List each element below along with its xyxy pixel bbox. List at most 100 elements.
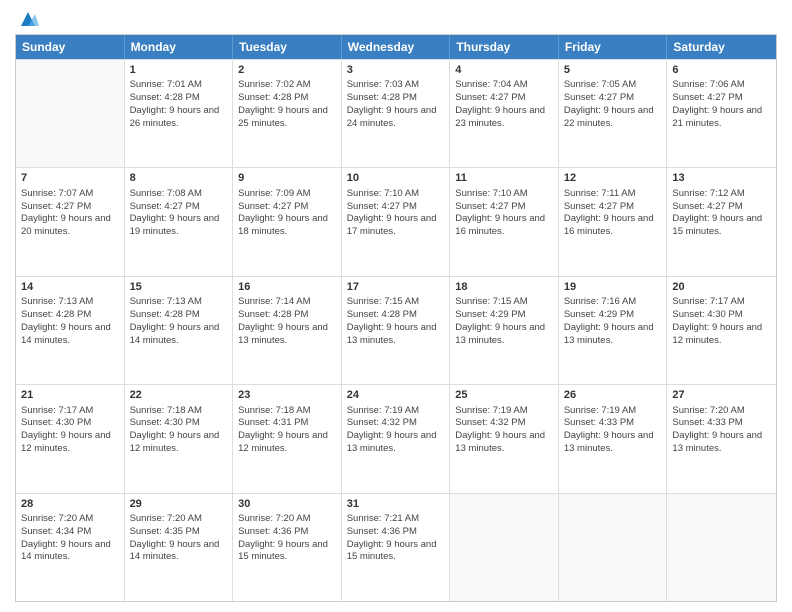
- day-info: Sunrise: 7:19 AM Sunset: 4:32 PM Dayligh…: [347, 405, 445, 456]
- day-info: Sunrise: 7:21 AM Sunset: 4:36 PM Dayligh…: [347, 513, 445, 564]
- day-number: 22: [130, 388, 228, 403]
- day-number: 29: [130, 497, 228, 512]
- calendar-row-0: 1Sunrise: 7:01 AM Sunset: 4:28 PM Daylig…: [16, 59, 776, 167]
- day-number: 3: [347, 63, 445, 78]
- logo: [15, 10, 39, 26]
- day-info: Sunrise: 7:06 AM Sunset: 4:27 PM Dayligh…: [672, 79, 771, 130]
- day-info: Sunrise: 7:08 AM Sunset: 4:27 PM Dayligh…: [130, 188, 228, 239]
- calendar-cell: 25 Sunrise: 7:19 AM Sunset: 4:32 PM Dayli…: [450, 385, 559, 492]
- day-info: Sunrise: 7:13 AM Sunset: 4:28 PM Dayligh…: [130, 296, 228, 347]
- day-info: Sunrise: 7:20 AM Sunset: 4:34 PM Dayligh…: [21, 513, 119, 564]
- day-number: 28: [21, 497, 119, 512]
- calendar-cell: 1Sunrise: 7:01 AM Sunset: 4:28 PM Daylig…: [125, 60, 234, 167]
- calendar-cell: 21Sunrise: 7:17 AM Sunset: 4:30 PM Dayli…: [16, 385, 125, 492]
- header-day-tuesday: Tuesday: [233, 35, 342, 59]
- day-number: 23: [238, 388, 336, 403]
- calendar-cell: [450, 494, 559, 601]
- day-number: 20: [672, 280, 771, 295]
- calendar-cell: 9 Sunrise: 7:09 AM Sunset: 4:27 PM Daylig…: [233, 168, 342, 275]
- logo-icon: [17, 8, 39, 30]
- calendar-cell: 28Sunrise: 7:20 AM Sunset: 4:34 PM Dayli…: [16, 494, 125, 601]
- calendar-cell: 27 Sunrise: 7:20 AM Sunset: 4:33 PM Dayli…: [667, 385, 776, 492]
- day-info: Sunrise: 7:19 AM Sunset: 4:32 PM Dayligh…: [455, 405, 553, 456]
- calendar-header: SundayMondayTuesdayWednesdayThursdayFrid…: [16, 35, 776, 59]
- header-day-sunday: Sunday: [16, 35, 125, 59]
- day-number: 9: [238, 171, 336, 186]
- day-info: Sunrise: 7:03 AM Sunset: 4:28 PM Dayligh…: [347, 79, 445, 130]
- day-info: Sunrise: 7:19 AM Sunset: 4:33 PM Dayligh…: [564, 405, 662, 456]
- calendar-cell: 19Sunrise: 7:16 AM Sunset: 4:29 PM Dayli…: [559, 277, 668, 384]
- day-info: Sunrise: 7:14 AM Sunset: 4:28 PM Dayligh…: [238, 296, 336, 347]
- day-info: Sunrise: 7:01 AM Sunset: 4:28 PM Dayligh…: [130, 79, 228, 130]
- day-info: Sunrise: 7:09 AM Sunset: 4:27 PM Dayligh…: [238, 188, 336, 239]
- header-day-wednesday: Wednesday: [342, 35, 451, 59]
- day-info: Sunrise: 7:17 AM Sunset: 4:30 PM Dayligh…: [672, 296, 771, 347]
- calendar-cell: 20Sunrise: 7:17 AM Sunset: 4:30 PM Dayli…: [667, 277, 776, 384]
- day-number: 26: [564, 388, 662, 403]
- day-number: 5: [564, 63, 662, 78]
- calendar-cell: 15Sunrise: 7:13 AM Sunset: 4:28 PM Dayli…: [125, 277, 234, 384]
- day-info: Sunrise: 7:10 AM Sunset: 4:27 PM Dayligh…: [455, 188, 553, 239]
- calendar-cell: 10Sunrise: 7:10 AM Sunset: 4:27 PM Dayli…: [342, 168, 451, 275]
- day-number: 1: [130, 63, 228, 78]
- day-number: 6: [672, 63, 771, 78]
- calendar-row-1: 7 Sunrise: 7:07 AM Sunset: 4:27 PM Daylig…: [16, 167, 776, 275]
- header-day-monday: Monday: [125, 35, 234, 59]
- day-info: Sunrise: 7:18 AM Sunset: 4:30 PM Dayligh…: [130, 405, 228, 456]
- day-number: 12: [564, 171, 662, 186]
- day-number: 27: [672, 388, 771, 403]
- calendar-cell: [16, 60, 125, 167]
- calendar-cell: 23 Sunrise: 7:18 AM Sunset: 4:31 PM Dayli…: [233, 385, 342, 492]
- day-info: Sunrise: 7:15 AM Sunset: 4:29 PM Dayligh…: [455, 296, 553, 347]
- day-info: Sunrise: 7:18 AM Sunset: 4:31 PM Dayligh…: [238, 405, 336, 456]
- day-info: Sunrise: 7:05 AM Sunset: 4:27 PM Dayligh…: [564, 79, 662, 130]
- calendar-cell: 22 Sunrise: 7:18 AM Sunset: 4:30 PM Dayli…: [125, 385, 234, 492]
- day-info: Sunrise: 7:20 AM Sunset: 4:36 PM Dayligh…: [238, 513, 336, 564]
- day-info: Sunrise: 7:20 AM Sunset: 4:33 PM Dayligh…: [672, 405, 771, 456]
- header-day-friday: Friday: [559, 35, 668, 59]
- calendar-row-2: 14Sunrise: 7:13 AM Sunset: 4:28 PM Dayli…: [16, 276, 776, 384]
- calendar-cell: 18Sunrise: 7:15 AM Sunset: 4:29 PM Dayli…: [450, 277, 559, 384]
- day-info: Sunrise: 7:17 AM Sunset: 4:30 PM Dayligh…: [21, 405, 119, 456]
- day-number: 7: [21, 171, 119, 186]
- calendar-cell: [559, 494, 668, 601]
- calendar-row-3: 21Sunrise: 7:17 AM Sunset: 4:30 PM Dayli…: [16, 384, 776, 492]
- day-number: 15: [130, 280, 228, 295]
- calendar-cell: 12Sunrise: 7:11 AM Sunset: 4:27 PM Dayli…: [559, 168, 668, 275]
- calendar-body: 1Sunrise: 7:01 AM Sunset: 4:28 PM Daylig…: [16, 59, 776, 601]
- day-number: 19: [564, 280, 662, 295]
- day-number: 24: [347, 388, 445, 403]
- header-day-thursday: Thursday: [450, 35, 559, 59]
- day-number: 13: [672, 171, 771, 186]
- day-info: Sunrise: 7:12 AM Sunset: 4:27 PM Dayligh…: [672, 188, 771, 239]
- calendar-cell: 16Sunrise: 7:14 AM Sunset: 4:28 PM Dayli…: [233, 277, 342, 384]
- calendar-cell: 31Sunrise: 7:21 AM Sunset: 4:36 PM Dayli…: [342, 494, 451, 601]
- day-info: Sunrise: 7:13 AM Sunset: 4:28 PM Dayligh…: [21, 296, 119, 347]
- calendar-row-4: 28Sunrise: 7:20 AM Sunset: 4:34 PM Dayli…: [16, 493, 776, 601]
- header: [15, 10, 777, 26]
- calendar-cell: 2Sunrise: 7:02 AM Sunset: 4:28 PM Daylig…: [233, 60, 342, 167]
- calendar-cell: 29Sunrise: 7:20 AM Sunset: 4:35 PM Dayli…: [125, 494, 234, 601]
- day-number: 25: [455, 388, 553, 403]
- calendar-cell: 5Sunrise: 7:05 AM Sunset: 4:27 PM Daylig…: [559, 60, 668, 167]
- day-number: 16: [238, 280, 336, 295]
- calendar-cell: 3Sunrise: 7:03 AM Sunset: 4:28 PM Daylig…: [342, 60, 451, 167]
- calendar-cell: 17Sunrise: 7:15 AM Sunset: 4:28 PM Dayli…: [342, 277, 451, 384]
- calendar-cell: [667, 494, 776, 601]
- day-info: Sunrise: 7:04 AM Sunset: 4:27 PM Dayligh…: [455, 79, 553, 130]
- day-number: 8: [130, 171, 228, 186]
- day-info: Sunrise: 7:20 AM Sunset: 4:35 PM Dayligh…: [130, 513, 228, 564]
- calendar-cell: 30Sunrise: 7:20 AM Sunset: 4:36 PM Dayli…: [233, 494, 342, 601]
- calendar-cell: 13 Sunrise: 7:12 AM Sunset: 4:27 PM Dayli…: [667, 168, 776, 275]
- day-info: Sunrise: 7:10 AM Sunset: 4:27 PM Dayligh…: [347, 188, 445, 239]
- page: SundayMondayTuesdayWednesdayThursdayFrid…: [0, 0, 792, 612]
- day-info: Sunrise: 7:07 AM Sunset: 4:27 PM Dayligh…: [21, 188, 119, 239]
- day-number: 17: [347, 280, 445, 295]
- calendar-cell: 7 Sunrise: 7:07 AM Sunset: 4:27 PM Daylig…: [16, 168, 125, 275]
- day-number: 30: [238, 497, 336, 512]
- day-number: 31: [347, 497, 445, 512]
- day-info: Sunrise: 7:02 AM Sunset: 4:28 PM Dayligh…: [238, 79, 336, 130]
- calendar-cell: 8 Sunrise: 7:08 AM Sunset: 4:27 PM Daylig…: [125, 168, 234, 275]
- calendar-cell: 14Sunrise: 7:13 AM Sunset: 4:28 PM Dayli…: [16, 277, 125, 384]
- day-number: 14: [21, 280, 119, 295]
